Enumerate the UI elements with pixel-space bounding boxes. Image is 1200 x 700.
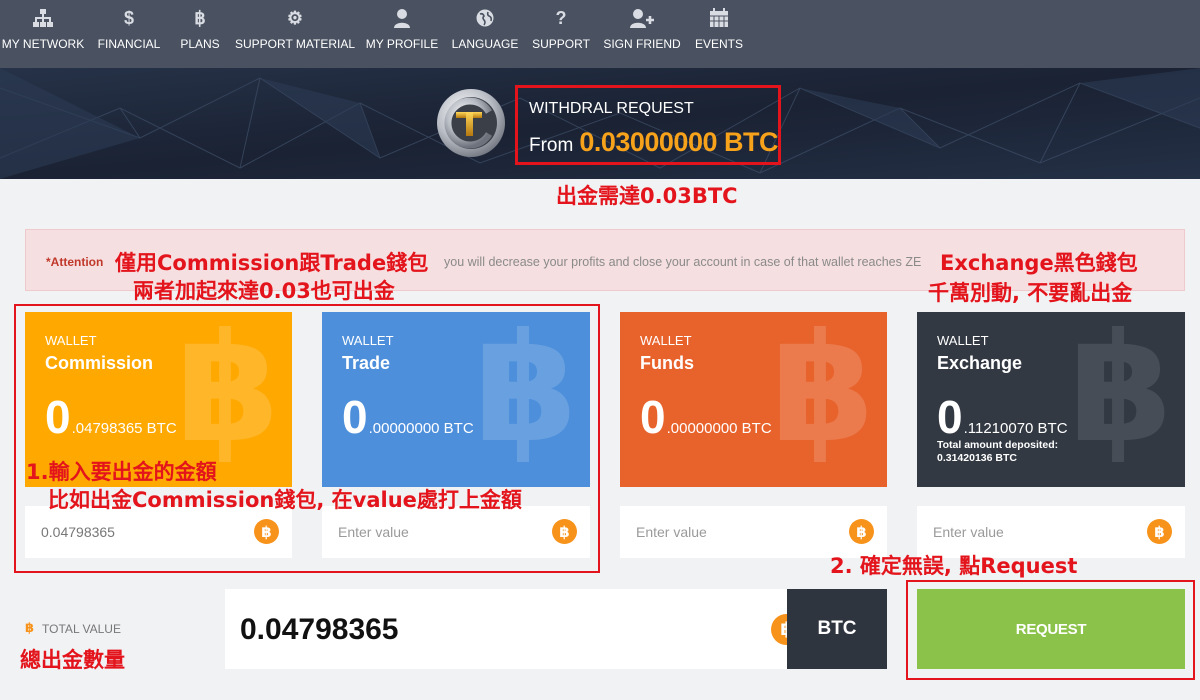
nav-label: EVENTS <box>695 37 744 51</box>
bitcoin-icon: ฿ <box>194 8 206 28</box>
nav-support-material[interactable]: ⚙ SUPPORT MATERIAL <box>235 0 355 68</box>
wallet-balance: 0 .00000000 BTC <box>640 390 772 444</box>
bitcoin-icon: ฿ <box>25 621 35 636</box>
nav-plans[interactable]: ฿ PLANS <box>180 0 220 68</box>
nav-label: SUPPORT <box>532 37 590 51</box>
annotation-exchange-note-2: 千萬別動, 不要亂出金 <box>928 281 1133 305</box>
wallet-name: Exchange <box>937 353 1023 373</box>
total-label-text: TOTAL VALUE <box>42 621 121 636</box>
total-value: 0.04798365 <box>240 613 399 646</box>
nav-label: MY NETWORK <box>1 37 85 51</box>
annotation-wallets-note-2: 兩者加起來達0.03也可出金 <box>133 279 395 303</box>
nav-label: SIGN FRIEND <box>603 37 681 51</box>
wallet-exchange-card: ฿ WALLET Exchange 0 .11210070 BTC Total … <box>917 312 1185 487</box>
annotation-step2: 2. 確定無誤, 點Request <box>830 554 1078 578</box>
deposit-label: Total amount deposited: <box>937 439 1059 451</box>
user-plus-icon <box>629 7 655 29</box>
wallet-label: WALLET <box>937 333 989 348</box>
nav-support[interactable]: ? SUPPORT <box>532 0 590 68</box>
dollar-icon: $ <box>123 8 134 28</box>
annotation-total-note: 總出金數量 <box>20 648 125 672</box>
calendar-icon <box>709 7 729 29</box>
top-nav: MY NETWORK $ FINANCIAL ฿ PLANS ⚙ SUPPORT… <box>0 0 1200 68</box>
nav-label: MY PROFILE <box>365 37 439 51</box>
withdrawal-title: WITHDRAL REQUEST <box>529 100 694 117</box>
annotation-request-box <box>906 580 1195 680</box>
withdrawal-minimum: From 0.03000000 BTC <box>529 127 778 158</box>
nav-label: FINANCIAL <box>97 37 161 51</box>
wallet-name: Funds <box>640 353 694 373</box>
annotation-exchange-note-1: Exchange黑色錢包 <box>940 251 1138 275</box>
attention-text: you will decrease your profits and close… <box>444 255 922 269</box>
nav-events[interactable]: EVENTS <box>695 0 744 68</box>
balance-decimal: .11210070 BTC <box>963 420 1068 437</box>
wallet-label: WALLET <box>640 333 692 348</box>
nav-sign-friend[interactable]: SIGN FRIEND <box>603 0 681 68</box>
user-icon <box>393 7 411 29</box>
globe-icon <box>476 7 494 29</box>
total-value-field: 0.04798365 ฿ <box>225 589 802 669</box>
network-icon <box>32 7 54 29</box>
balance-decimal: .00000000 BTC <box>666 420 772 437</box>
total-deposited: Total amount deposited: 0.31420136 BTC <box>937 439 1058 465</box>
bitcoin-watermark-icon: ฿ <box>770 312 875 476</box>
total-value-label: ฿ TOTAL VALUE <box>25 621 121 636</box>
nav-label: SUPPORT MATERIAL <box>234 37 356 51</box>
bitcoin-icon: ฿ <box>1147 519 1172 544</box>
annotation-wallets-box <box>14 304 600 573</box>
bitcoin-watermark-icon: ฿ <box>1068 312 1173 476</box>
balance-integer: 0 <box>640 391 666 443</box>
nav-label: PLANS <box>180 37 220 51</box>
question-icon: ? <box>555 8 567 28</box>
wallet-funds-card: ฿ WALLET Funds 0 .00000000 BTC <box>620 312 887 487</box>
nav-language[interactable]: LANGUAGE <box>451 0 519 68</box>
deposit-value: 0.31420136 BTC <box>937 452 1017 464</box>
annotation-wallets-note-1: 僅用Commission跟Trade錢包 <box>115 251 429 275</box>
gear-icon: ⚙ <box>286 8 304 28</box>
currency-unit: BTC <box>787 589 887 669</box>
company-logo <box>437 89 505 157</box>
nav-my-profile[interactable]: MY PROFILE <box>365 0 439 68</box>
bitcoin-icon: ฿ <box>849 519 874 544</box>
attention-label: *Attention <box>46 255 104 269</box>
nav-label: LANGUAGE <box>451 37 519 51</box>
balance-integer: 0 <box>937 391 963 443</box>
wallet-balance: 0 .11210070 BTC <box>937 390 1068 444</box>
nav-my-network[interactable]: MY NETWORK <box>2 0 84 68</box>
from-label: From <box>529 135 574 156</box>
nav-financial[interactable]: $ FINANCIAL <box>97 0 161 68</box>
annotation-min-note: 出金需達0.03BTC <box>556 184 738 208</box>
annotation-step1-line1: 1.輸入要出金的金額 <box>26 460 217 484</box>
annotation-step1-line2: 比如出金Commission錢包, 在value處打上金額 <box>48 488 522 512</box>
minimum-amount: 0.03000000 BTC <box>579 127 778 157</box>
